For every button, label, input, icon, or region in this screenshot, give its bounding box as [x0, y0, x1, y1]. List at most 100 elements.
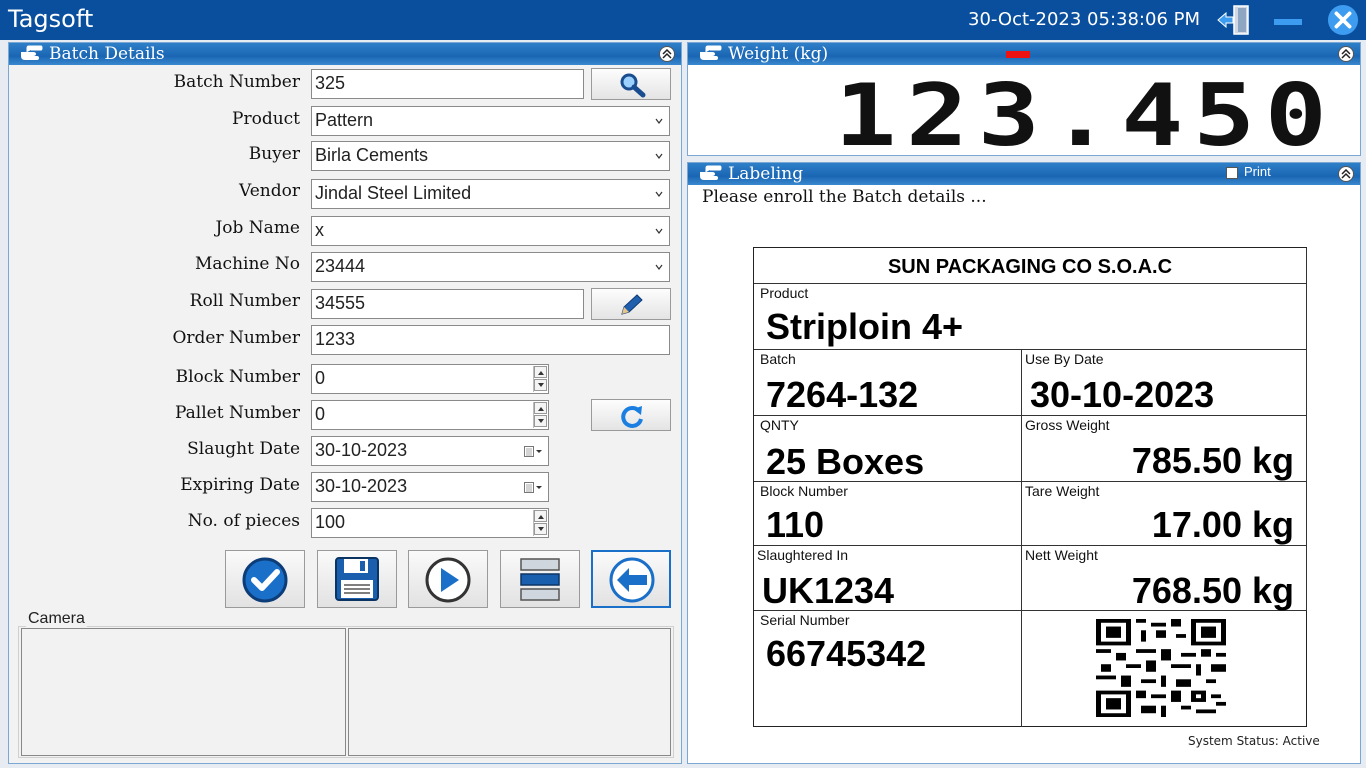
list-button[interactable] — [500, 550, 580, 608]
search-button[interactable] — [591, 68, 671, 100]
qr-code-icon — [1096, 619, 1226, 717]
qnty-value: 25 Boxes — [766, 441, 925, 482]
decrement-button[interactable] — [534, 523, 547, 535]
product-caption: Product — [760, 285, 809, 301]
datetime-display: 30-Oct-2023 05:38:06 PM — [968, 9, 1200, 30]
pencil-icon — [621, 294, 643, 315]
decrement-button[interactable] — [534, 415, 547, 427]
refresh-icon — [621, 405, 643, 428]
order-number-input[interactable]: 1233 — [311, 325, 670, 355]
collapse-button[interactable] — [659, 46, 675, 62]
pallet-number-value: 0 — [315, 404, 326, 424]
block-number-cell: Block Number 110 — [754, 482, 1022, 546]
slaughtered-value: UK1234 — [762, 570, 895, 611]
pointing-hand-icon — [700, 165, 722, 180]
no-of-pieces-stepper[interactable]: 100 — [311, 508, 549, 538]
check-icon — [242, 557, 288, 603]
print-label: Print — [1244, 164, 1271, 179]
nett-weight-value: 768.50 kg — [1131, 570, 1294, 611]
panel-title: Batch Details — [49, 44, 165, 64]
block-number-value: 110 — [766, 504, 825, 545]
job-name-select[interactable]: x — [311, 216, 670, 246]
decrement-button[interactable] — [534, 379, 547, 391]
block-number-label: Block Number — [175, 367, 300, 387]
use-by-cell: Use By Date 30-10-2023 — [1022, 350, 1307, 416]
back-button[interactable] — [591, 550, 671, 608]
roll-number-input[interactable]: 34555 — [311, 289, 584, 319]
panel-title: Weight (kg) — [728, 44, 829, 64]
expiring-date-picker[interactable]: 30-10-2023 — [311, 472, 549, 502]
buyer-value: Birla Cements — [315, 145, 429, 165]
save-button[interactable] — [317, 550, 397, 608]
job-name-label: Job Name — [215, 218, 300, 238]
increment-button[interactable] — [534, 402, 547, 414]
caret-up-icon — [538, 515, 544, 519]
exit-door-icon[interactable] — [1216, 4, 1254, 36]
play-button[interactable] — [408, 550, 488, 608]
batch-caption: Batch — [760, 351, 796, 367]
buyer-label: Buyer — [248, 144, 300, 164]
back-arrow-icon — [609, 557, 655, 603]
label-preview: SUN PACKAGING CO S.O.A.C Product Striplo… — [753, 247, 1307, 727]
qnty-cell: QNTY 25 Boxes — [754, 416, 1022, 482]
nett-weight-cell: Nett Weight 768.50 kg — [1022, 546, 1307, 611]
print-checkbox[interactable] — [1226, 167, 1238, 179]
tare-weight-caption: Tare Weight — [1025, 483, 1100, 499]
collapse-button[interactable] — [1338, 46, 1354, 62]
machine-no-value: 23444 — [315, 256, 366, 276]
pallet-number-stepper[interactable]: 0 — [311, 400, 549, 430]
machine-no-select[interactable]: 23444 — [311, 252, 670, 282]
weight-display: 123.450 — [833, 66, 1336, 166]
increment-button[interactable] — [534, 366, 547, 378]
spinner — [533, 366, 547, 392]
caret-down-icon — [538, 419, 544, 423]
slaught-date-picker[interactable]: 30-10-2023 — [311, 436, 549, 466]
no-of-pieces-label: No. of pieces — [187, 511, 300, 531]
batch-number-input[interactable]: 325 — [311, 69, 584, 99]
enroll-message: Please enroll the Batch details ... — [702, 187, 987, 207]
chevron-down-icon — [655, 264, 663, 270]
serial-value: 66745342 — [766, 633, 927, 674]
batch-details-header: Batch Details — [9, 43, 681, 65]
refresh-button[interactable] — [591, 399, 671, 431]
calendar-dropdown-icon — [524, 446, 542, 457]
batch-cell: Batch 7264-132 — [754, 350, 1022, 416]
caret-up-icon — [538, 371, 544, 375]
product-value: Pattern — [315, 110, 374, 130]
batch-value: 7264-132 — [766, 374, 919, 415]
product-select[interactable]: Pattern — [311, 106, 670, 136]
slaughtered-caption: Slaughtered In — [757, 547, 849, 563]
spinner — [533, 402, 547, 428]
spinner — [533, 510, 547, 536]
collapse-button[interactable] — [1338, 166, 1354, 182]
block-number-caption: Block Number — [760, 483, 848, 499]
block-number-stepper[interactable]: 0 — [311, 364, 549, 394]
system-status: System Status: Active — [1188, 734, 1320, 748]
vendor-select[interactable]: Jindal Steel Limited — [311, 179, 670, 209]
vendor-value: Jindal Steel Limited — [315, 183, 472, 203]
pointing-hand-icon — [700, 45, 722, 60]
product-label: Product — [232, 109, 300, 129]
title-bar: Tagsoft 30-Oct-2023 05:38:06 PM — [0, 0, 1366, 40]
search-icon — [620, 73, 646, 98]
edit-button[interactable] — [591, 288, 671, 320]
expiring-date-label: Expiring Date — [180, 475, 300, 495]
expiring-date-value: 30-10-2023 — [315, 476, 408, 496]
camera-view-2 — [348, 628, 671, 756]
buyer-select[interactable]: Birla Cements — [311, 141, 670, 171]
chevron-down-icon — [655, 228, 663, 234]
increment-button[interactable] — [534, 510, 547, 522]
save-icon — [335, 557, 379, 601]
use-by-caption: Use By Date — [1025, 351, 1104, 367]
minimize-icon[interactable] — [1272, 4, 1304, 36]
company-name: SUN PACKAGING CO S.O.A.C — [887, 256, 1173, 278]
nett-weight-caption: Nett Weight — [1025, 547, 1098, 563]
caret-down-icon — [538, 383, 544, 387]
block-number-value: 0 — [315, 368, 326, 388]
chevron-down-icon — [655, 191, 663, 197]
close-icon[interactable] — [1326, 4, 1360, 36]
gross-weight-caption: Gross Weight — [1025, 417, 1110, 433]
slaught-date-value: 30-10-2023 — [315, 440, 408, 460]
confirm-button[interactable] — [225, 550, 305, 608]
tare-weight-cell: Tare Weight 17.00 kg — [1022, 482, 1307, 546]
